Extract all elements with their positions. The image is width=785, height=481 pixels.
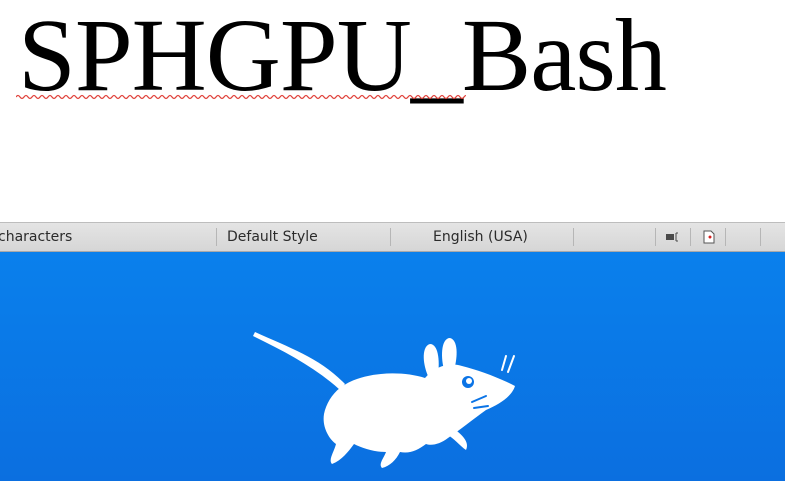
status-divider	[216, 228, 217, 246]
document-modified-icon[interactable]	[701, 229, 717, 245]
language-selector[interactable]: English (USA)	[433, 223, 528, 251]
status-divider	[655, 228, 656, 246]
status-divider	[725, 228, 726, 246]
status-divider	[690, 228, 691, 246]
status-divider	[573, 228, 574, 246]
desktop-background[interactable]	[0, 252, 785, 481]
spellcheck-underline	[16, 94, 466, 100]
selection-mode-icon[interactable]	[665, 229, 681, 245]
screen: SPHGPU_Bash characters Default Style Eng…	[0, 0, 785, 481]
xfce-mouse-icon	[253, 332, 515, 468]
document-canvas[interactable]: SPHGPU_Bash	[0, 0, 785, 222]
word-count[interactable]: characters	[0, 223, 72, 251]
page-style[interactable]: Default Style	[227, 223, 318, 251]
status-bar: characters Default Style English (USA)	[0, 222, 785, 252]
status-divider	[390, 228, 391, 246]
status-divider	[760, 228, 761, 246]
